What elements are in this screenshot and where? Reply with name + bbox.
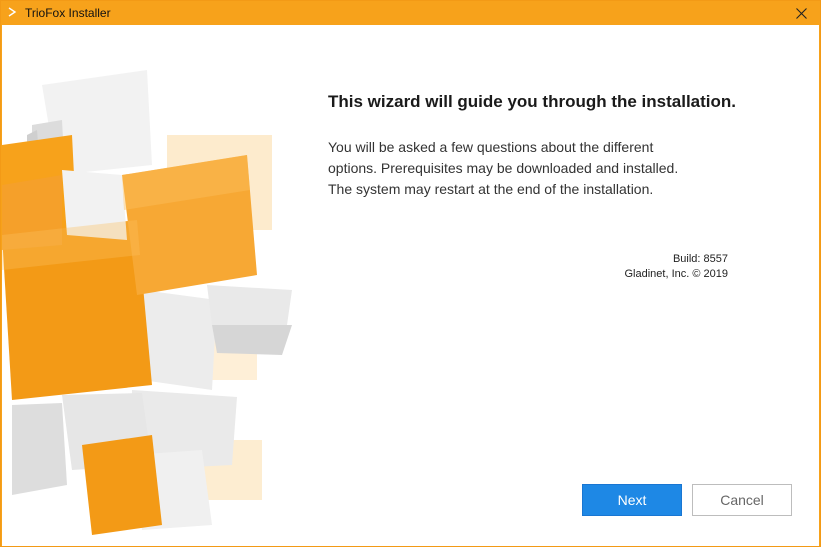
close-icon — [795, 7, 807, 19]
wizard-description: You will be asked a few questions about … — [328, 137, 768, 200]
description-line: options. Prerequisites may be downloaded… — [328, 160, 679, 176]
copyright-text: Gladinet, Inc. © 2019 — [624, 268, 728, 280]
description-line: The system may restart at the end of the… — [328, 181, 654, 197]
cube-artwork — [2, 70, 292, 535]
cancel-button[interactable]: Cancel — [692, 484, 792, 516]
installer-window: TrioFox Installer This wizard will guide… — [0, 0, 821, 547]
build-number: Build: 8557 — [672, 253, 728, 265]
wizard-body: This wizard will guide you through the i… — [2, 25, 819, 546]
wizard-headline: This wizard will guide you through the i… — [328, 92, 737, 111]
build-info: Build: 8557 Gladinet, Inc. © 2019 — [562, 252, 728, 282]
triofox-app-icon — [8, 7, 17, 17]
next-button[interactable]: Next — [582, 484, 682, 516]
close-button[interactable] — [786, 1, 816, 25]
description-line: You will be asked a few questions about … — [328, 139, 654, 155]
title-bar[interactable]: TrioFox Installer — [1, 1, 820, 25]
window-title: TrioFox Installer — [25, 6, 111, 20]
